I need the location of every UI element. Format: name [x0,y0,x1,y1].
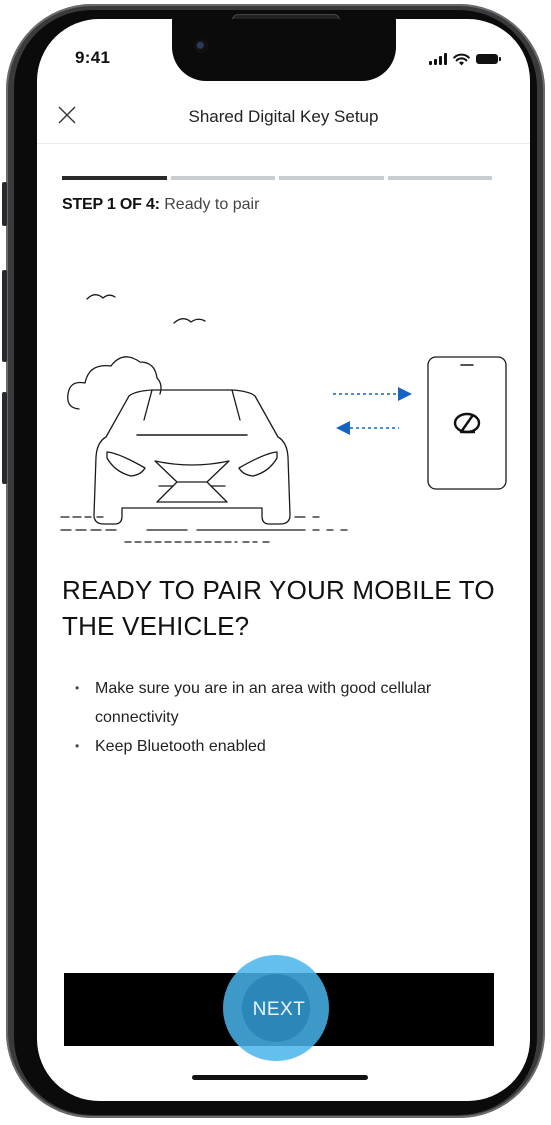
car-phone-pairing-illustration [60,294,507,543]
pairing-arrows-icon [333,387,412,435]
step-label: STEP 1 OF 4: Ready to pair [62,196,259,214]
list-item: Make sure you are in an area with good c… [75,674,495,732]
step-number: STEP 1 OF 4: [62,196,160,213]
notch [172,19,396,81]
step-name: Ready to pair [164,196,260,213]
volume-down-button [2,392,7,484]
progress-segment-4 [387,176,492,180]
step-progress-bar [62,176,492,180]
status-icons [429,52,501,66]
cellular-signal-icon [429,53,447,65]
next-button-label: NEXT [252,999,306,1020]
silent-switch [2,182,7,226]
header: Shared Digital Key Setup [37,89,530,144]
lexus-logo-icon [453,412,481,434]
page-title: Shared Digital Key Setup [188,107,379,126]
screen: 9:41 Shared Digital Key Setup STEP 1 OF … [37,19,530,1101]
home-indicator [192,1075,368,1080]
cloud-icon [67,356,162,410]
progress-segment-3 [279,176,384,180]
wifi-icon [453,53,470,65]
bird-icon [86,294,116,300]
battery-icon [476,54,501,64]
instruction-list: Make sure you are in an area with good c… [75,674,495,761]
progress-segment-2 [170,176,275,180]
status-time: 9:41 [75,48,111,67]
progress-segment-1 [62,176,167,180]
front-camera [194,39,208,53]
pairing-headline: READY TO PAIR YOUR MOBILE TO THE VEHICLE… [62,575,495,641]
bird-icon [173,318,206,324]
list-item: Keep Bluetooth enabled [75,732,495,761]
volume-up-button [2,270,7,362]
